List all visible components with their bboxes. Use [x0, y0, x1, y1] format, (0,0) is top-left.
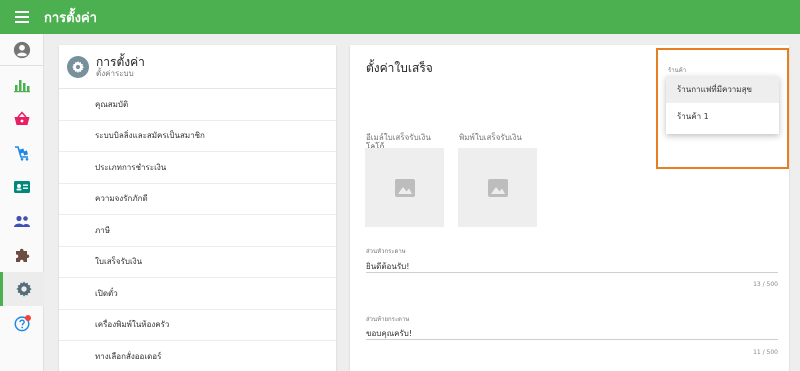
settings-gear-icon [67, 55, 89, 78]
settings-item-billing[interactable]: ระบบบิลลิ่งและสมัครเป็นสมาชิก [59, 121, 336, 152]
header-field-label: ส่วนหัวกระดาษ [366, 248, 406, 255]
footer-text-field[interactable]: ขอบคุณครับ! [366, 327, 778, 340]
rail-inventory[interactable] [0, 136, 44, 170]
rail-help[interactable] [0, 306, 44, 340]
receipt-settings-title: ตั้งค่าใบเสร็จ [366, 61, 433, 75]
page-title: การตั้งค่า [44, 10, 97, 26]
settings-item-receipt[interactable]: ใบเสร็จรับเงิน [59, 247, 336, 278]
image-placeholder-icon [487, 178, 508, 197]
gear-icon [15, 281, 32, 297]
store-select-menu: ร้านกาแฟที่มีความสุข ร้านค้า 1 [666, 76, 779, 134]
header-char-count: 13 / 500 [753, 281, 778, 288]
settings-item-loyalty[interactable]: ความจงรักภักดี [59, 184, 336, 215]
settings-menu-panel: การตั้งค่า ตั้งค่าระบบ คุณสมบัติ ระบบบิล… [59, 45, 336, 371]
image-placeholder-icon [394, 178, 415, 197]
footer-char-count: 11 / 500 [753, 349, 778, 356]
settings-item-open-tickets[interactable]: เปิดตั๋ว [59, 278, 336, 310]
settings-item-dining-options[interactable]: ทางเลือกสั่งออเดอร์ [59, 341, 336, 371]
menu-icon [15, 11, 29, 23]
settings-item-taxes[interactable]: ภาษี [59, 215, 336, 247]
email-logo-label: อีเมล์ใบเสร็จรับเงิน [366, 133, 431, 142]
settings-menu-subtitle: ตั้งค่าระบบ [96, 68, 134, 78]
basket-icon [14, 111, 30, 125]
footer-field-label: ส่วนท้ายกระดาษ [366, 316, 410, 323]
rail-settings[interactable] [0, 272, 44, 306]
people-icon [14, 215, 30, 227]
inventory-cart-icon [15, 146, 29, 161]
app-header: การตั้งค่า [0, 0, 800, 34]
rail-account[interactable] [0, 34, 44, 66]
header-text-field[interactable]: ยินดีต้อนรับ! [366, 260, 778, 273]
puzzle-icon [16, 248, 30, 262]
email-logo-upload[interactable] [365, 148, 444, 227]
rail-sales[interactable] [0, 102, 44, 136]
store-option-happy-cafe[interactable]: ร้านกาแฟที่มีความสุข [666, 76, 779, 103]
rail-customers[interactable] [0, 204, 44, 238]
store-select-label: ร้านค้า [668, 67, 687, 74]
account-circle-icon [13, 41, 31, 58]
rail-employees[interactable] [0, 170, 44, 204]
bar-chart-icon [14, 80, 30, 93]
notification-dot [25, 315, 31, 321]
print-logo-upload[interactable] [458, 148, 537, 227]
menu-button[interactable] [0, 0, 44, 34]
rail-integrations[interactable] [0, 238, 44, 272]
settings-menu-title: การตั้งค่า [96, 54, 145, 69]
id-card-icon [14, 181, 30, 193]
store-option-store-1[interactable]: ร้านค้า 1 [666, 103, 779, 130]
rail-reports[interactable] [0, 68, 44, 102]
settings-item-payment-types[interactable]: ประเภทการชำระเงิน [59, 152, 336, 184]
settings-item-features[interactable]: คุณสมบัติ [59, 89, 336, 121]
nav-rail [0, 34, 44, 371]
settings-menu-header: การตั้งค่า ตั้งค่าระบบ [59, 45, 336, 89]
settings-item-kitchen-printers[interactable]: เครื่องพิมพ์ในห้องครัว [59, 310, 336, 341]
print-logo-label: พิมพ์ใบเสร็จรับเงิน [459, 133, 522, 142]
